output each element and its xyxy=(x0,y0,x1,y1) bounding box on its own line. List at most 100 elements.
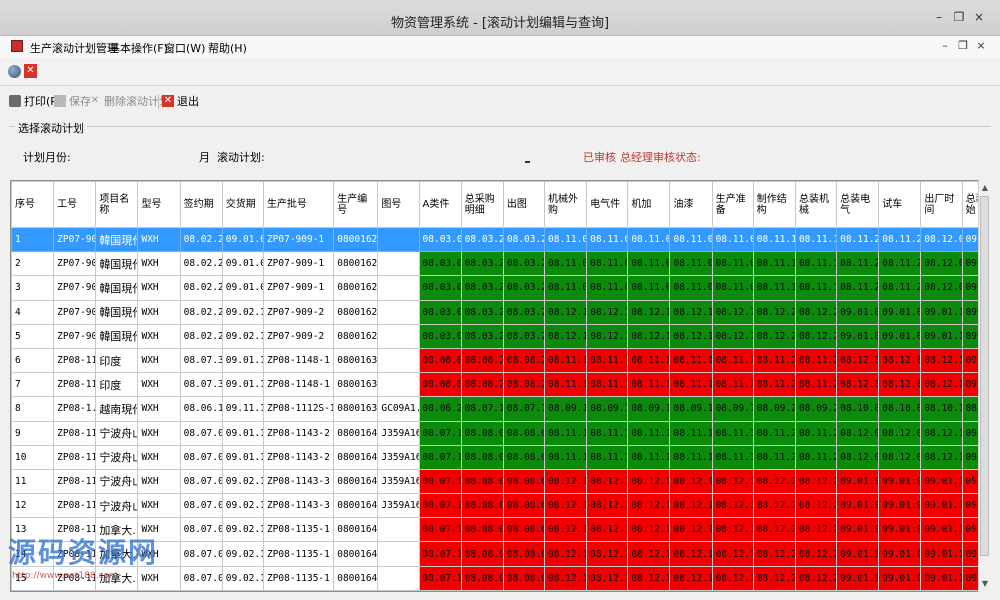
cell-schedule-date[interactable]: 08.11.21 xyxy=(752,420,796,446)
cell-schedule-date[interactable]: 09.01.11 xyxy=(920,323,963,349)
cell-schedule-date[interactable]: 08.11.14 xyxy=(544,347,588,374)
scroll-thumb[interactable] xyxy=(980,196,989,556)
table-row[interactable]: 4ZP07-909韓国現代WXH08.02.2509.02.10ZP07-909… xyxy=(11,299,989,325)
scroll-up-icon[interactable]: ▲ xyxy=(979,182,991,194)
cell-project[interactable]: 加拿大... xyxy=(95,565,139,591)
cell-schedule-date[interactable]: 08.12.12 xyxy=(544,565,588,591)
cell-schedule-date[interactable]: 08.12.22 xyxy=(752,493,796,519)
cell-prod-no[interactable]: 08001644 xyxy=(333,468,379,495)
table-row[interactable]: 10ZP08-1143宁波舟山WXH08.07.0309.01.10ZP08-1… xyxy=(11,444,989,470)
cell-schedule-date[interactable]: 08.11.11 xyxy=(669,420,713,446)
cell-drawing[interactable] xyxy=(377,251,420,277)
cell-schedule-date[interactable]: 08.11.04 xyxy=(586,226,629,253)
cell-project[interactable]: 宁波舟山 xyxy=(95,468,139,495)
cell-schedule-date[interactable]: 08.08.09 xyxy=(418,347,462,374)
cell-schedule-date[interactable]: 08.12.14 xyxy=(920,347,963,374)
cell-prod-no[interactable]: 08001645 xyxy=(333,493,379,519)
cell-project[interactable]: 加拿大... xyxy=(95,541,139,567)
cell-schedule-date[interactable]: 08.12.12 xyxy=(586,299,629,325)
cell-model[interactable]: WXH xyxy=(137,541,181,567)
column-header[interactable]: 出厂时间 xyxy=(920,181,963,228)
cell-delivery[interactable]: 09.02.10 xyxy=(221,468,264,495)
cell-sign[interactable]: 08.07.03 xyxy=(179,541,223,567)
cell-schedule-date[interactable]: 08.11.14 xyxy=(627,347,671,374)
cell-schedule-date[interactable]: 08.11.14 xyxy=(586,372,629,398)
cell-delivery[interactable]: 09.01.10 xyxy=(221,420,264,446)
cell-schedule-date[interactable]: 08.11.04 xyxy=(711,275,754,301)
cell-sign[interactable]: 08.02.25 xyxy=(179,323,223,349)
cell-schedule-date[interactable]: 08.08.02 xyxy=(460,420,504,446)
cell-schedule-date[interactable]: 08.03.26 xyxy=(460,323,504,349)
cell-sign[interactable]: 08.07.03 xyxy=(179,493,223,519)
cell-schedule-date[interactable]: 09.01.01 xyxy=(836,493,880,519)
cell-schedule-date[interactable]: 09.01.11 xyxy=(920,468,963,495)
column-header[interactable]: 生产批号 xyxy=(262,181,335,228)
cell-drawing[interactable] xyxy=(377,372,420,398)
cell-project[interactable]: 印度 xyxy=(95,347,139,374)
cell-batch[interactable]: ZP08-1112S-1 xyxy=(262,396,335,422)
cell-schedule-date[interactable]: 08.12.12 xyxy=(711,323,754,349)
cell-schedule-date[interactable]: 08.12.12 xyxy=(669,299,713,325)
cell-job[interactable]: ZP07-909 xyxy=(53,275,97,301)
cell-schedule-date[interactable]: 08.11.11 xyxy=(544,420,588,446)
cell-schedule-date[interactable]: 08.03.26 xyxy=(502,251,546,277)
table-row[interactable]: 8ZP08-1...越南現代WXH08.06.1109.11.12ZP08-11… xyxy=(11,396,989,422)
menu-help[interactable]: 帮助(H) xyxy=(208,40,247,56)
maximize-button[interactable]: ❐ xyxy=(950,10,968,26)
cell-delivery[interactable]: 09.02.10 xyxy=(221,517,264,543)
cell-schedule-date[interactable]: 08.12.12 xyxy=(669,565,713,591)
exit-button[interactable]: ✕ 退出 xyxy=(162,93,199,109)
cell-model[interactable]: WXH xyxy=(137,420,181,446)
cell-n[interactable]: 6 xyxy=(11,347,55,374)
cell-schedule-date[interactable]: 08.11.14 xyxy=(586,347,629,374)
cell-schedule-date[interactable]: 08.11.11 xyxy=(711,444,754,470)
cell-delivery[interactable]: 09.02.10 xyxy=(221,541,264,567)
cell-n[interactable]: 10 xyxy=(11,444,55,470)
column-header[interactable]: 总装电气 xyxy=(836,181,880,228)
cell-schedule-date[interactable]: 08.11.11 xyxy=(627,420,671,446)
table-row[interactable]: 6ZP08-1148印度WXH08.07.3009.01.13ZP08-1148… xyxy=(11,347,989,374)
cell-n[interactable]: 9 xyxy=(11,420,55,446)
cell-schedule-date[interactable]: 08.11.26 xyxy=(794,444,838,470)
cell-sign[interactable]: 08.07.03 xyxy=(179,420,223,446)
cell-schedule-date[interactable]: 08.12.27 xyxy=(794,517,838,543)
cell-schedule-date[interactable]: 08.12.12 xyxy=(627,517,671,543)
cell-n[interactable]: 13 xyxy=(11,517,55,543)
cell-schedule-date[interactable]: 08.11.29 xyxy=(794,347,838,374)
column-header[interactable]: 制作结构 xyxy=(752,181,796,228)
column-header[interactable]: 图号 xyxy=(377,181,420,228)
cell-sign[interactable]: 08.02.25 xyxy=(179,275,223,301)
cell-schedule-date[interactable]: 08.12.22 xyxy=(752,565,796,591)
cell-drawing[interactable] xyxy=(377,299,420,325)
cell-schedule-date[interactable]: 09.01.11 xyxy=(920,493,963,519)
cell-schedule-date[interactable]: 09.01.01 xyxy=(836,517,880,543)
cell-batch[interactable]: ZP08-1135-1 xyxy=(262,565,335,591)
cell-schedule-date[interactable]: 08.11.19 xyxy=(794,226,838,253)
cell-schedule-date[interactable]: 08.03.26 xyxy=(460,251,504,277)
cell-schedule-date[interactable]: 09.01.06 xyxy=(878,541,922,567)
cell-schedule-date[interactable]: 09.01.01 xyxy=(836,299,880,325)
cell-schedule-date[interactable]: 08.12.12 xyxy=(669,493,713,519)
cell-schedule-date[interactable]: 08.11.29 xyxy=(878,275,922,301)
cell-schedule-date[interactable]: 08.08.02 xyxy=(502,541,546,567)
cell-schedule-date[interactable]: 08.12.12 xyxy=(627,299,671,325)
cell-schedule-date[interactable]: 08.11.24 xyxy=(836,251,880,277)
cell-prod-no[interactable]: 08001622 xyxy=(333,251,379,277)
cell-schedule-date[interactable]: 08.11.14 xyxy=(752,275,796,301)
cell-schedule-date[interactable]: 08.08.02 xyxy=(460,565,504,591)
cell-schedule-date[interactable]: 08.11.14 xyxy=(544,372,588,398)
cell-schedule-date[interactable]: 08.08.02 xyxy=(460,541,504,567)
cell-schedule-date[interactable]: 08.12.12 xyxy=(586,541,629,567)
cell-batch[interactable]: ZP07-909-1 xyxy=(262,251,335,277)
cell-n[interactable]: 12 xyxy=(11,493,55,519)
cell-schedule-date[interactable]: 08.11.11 xyxy=(586,444,629,470)
cell-sign[interactable]: 08.02.25 xyxy=(179,251,223,277)
cell-prod-no[interactable]: 08001633 xyxy=(333,347,379,374)
cell-schedule-date[interactable]: 08.03.26 xyxy=(502,323,546,349)
cell-schedule-date[interactable]: 08.11.04 xyxy=(627,275,671,301)
cell-schedule-date[interactable]: 08.08.02 xyxy=(502,420,546,446)
cell-schedule-date[interactable]: 09.01.01 xyxy=(836,323,880,349)
cell-project[interactable]: 加拿大... xyxy=(95,517,139,543)
cell-schedule-date[interactable]: 08.10.08 xyxy=(878,396,922,422)
cell-sign[interactable]: 08.06.11 xyxy=(179,396,223,422)
